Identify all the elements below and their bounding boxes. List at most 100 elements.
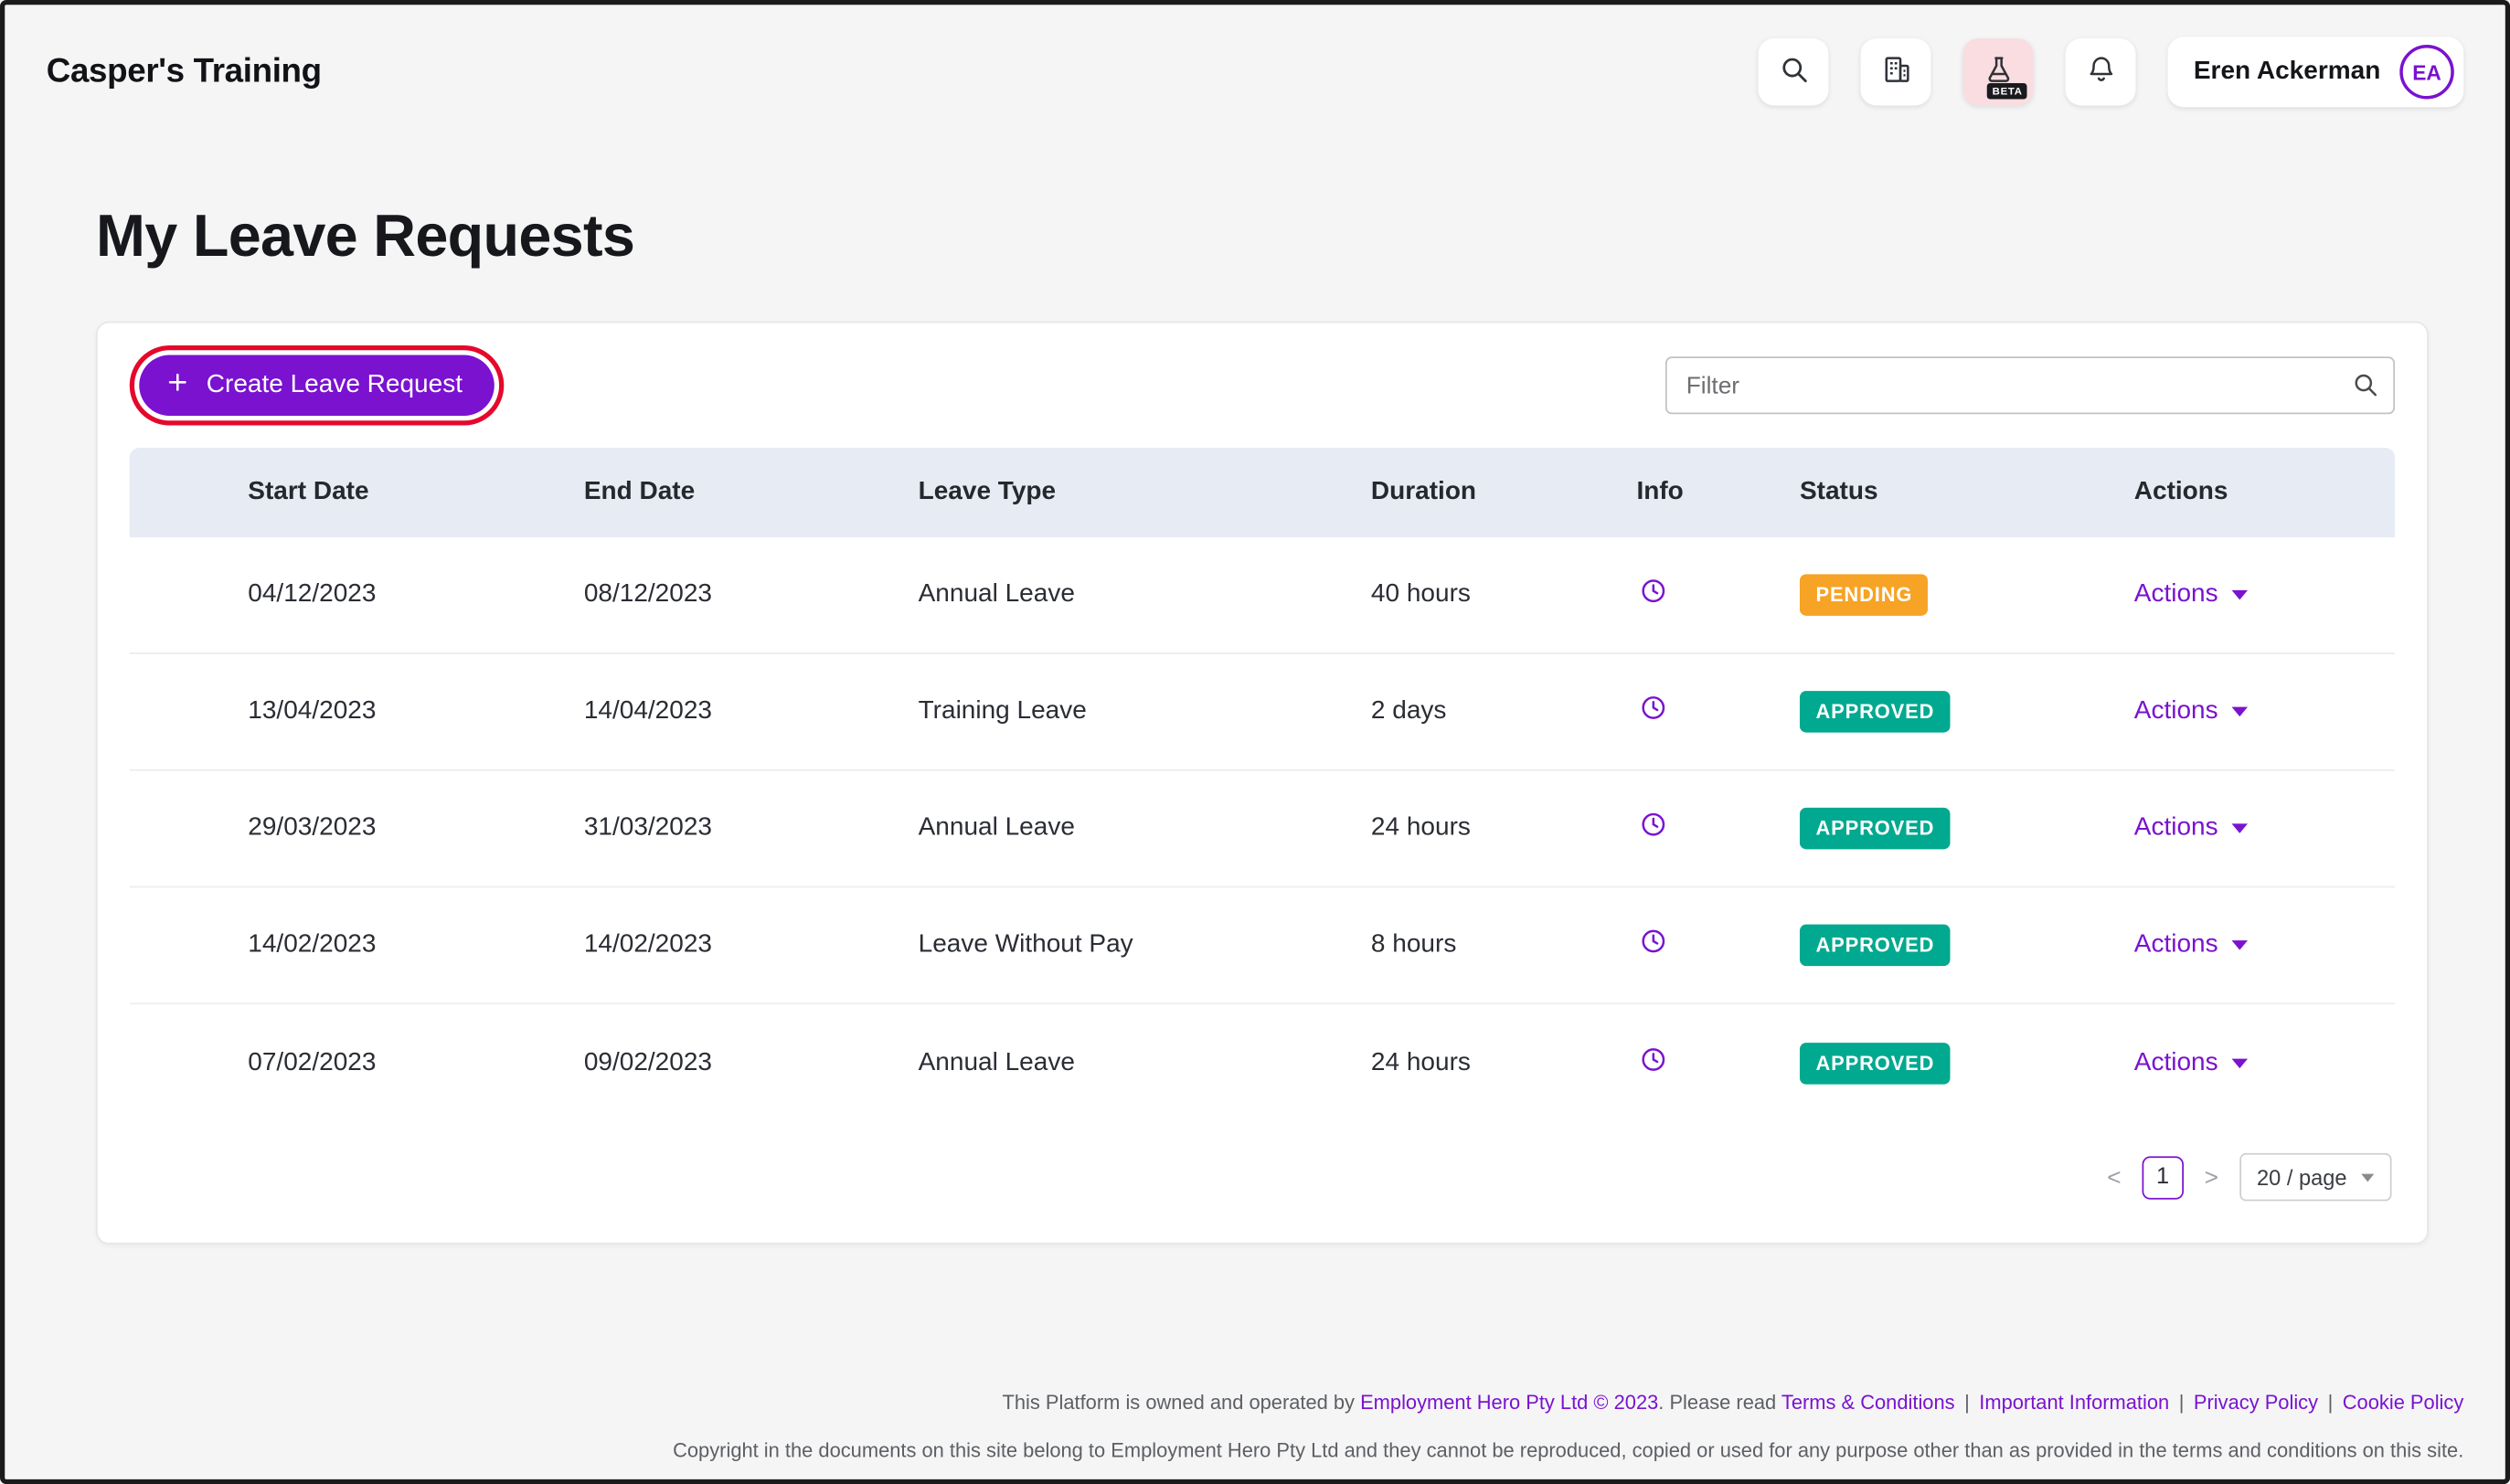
cell-end-date: 09/02/2023	[583, 1048, 712, 1076]
cell-leave-type: Annual Leave	[918, 580, 1075, 609]
filter-input[interactable]	[1664, 356, 2396, 415]
actions-dropdown[interactable]: Actions	[2134, 1048, 2249, 1077]
cell-leave-type: Annual Leave	[918, 1048, 1075, 1076]
bell-icon	[2086, 55, 2116, 90]
privacy-policy-link[interactable]: Privacy Policy	[2194, 1392, 2318, 1415]
cell-end-date: 31/03/2023	[583, 813, 712, 842]
footer-line-1: This Platform is owned and operated by E…	[5, 1379, 2464, 1427]
cell-end-date: 08/12/2023	[583, 580, 712, 609]
cell-end-date: 14/02/2023	[583, 930, 712, 959]
cell-start-date: 07/02/2023	[248, 1048, 377, 1076]
cell-start-date: 29/03/2023	[248, 813, 377, 842]
table-row: 07/02/2023 09/02/2023 Annual Leave 24 ho…	[130, 1004, 2395, 1121]
footer-separator: |	[2178, 1391, 2185, 1415]
table-row: 13/04/2023 14/04/2023 Training Leave 2 d…	[129, 654, 2396, 771]
info-clock-icon[interactable]	[1636, 578, 1666, 605]
user-name: Eren Ackerman	[2193, 58, 2381, 85]
page-size-value: 20 / page	[2256, 1165, 2347, 1190]
status-badge: APPROVED	[1799, 691, 1951, 733]
table-row: 04/12/2023 08/12/2023 Annual Leave 40 ho…	[129, 537, 2396, 654]
actions-dropdown[interactable]: Actions	[2134, 931, 2249, 960]
page-title: My Leave Requests	[96, 203, 635, 270]
current-page-button[interactable]: 1	[2142, 1155, 2184, 1199]
plus-icon	[165, 368, 190, 402]
app-title: Casper's Training	[46, 52, 322, 90]
chevron-down-icon	[2232, 823, 2249, 833]
cell-start-date: 13/04/2023	[248, 697, 377, 725]
footer: This Platform is owned and operated by E…	[5, 1379, 2505, 1475]
card-toolbar: Create Leave Request	[129, 345, 2396, 426]
chevron-down-icon	[2361, 1172, 2375, 1182]
beta-features-button[interactable]: BETA	[1962, 38, 2034, 106]
footer-text: . Please read	[1658, 1391, 1781, 1415]
info-clock-icon[interactable]	[1636, 811, 1666, 838]
create-leave-request-button[interactable]: Create Leave Request	[139, 355, 495, 417]
beta-badge: BETA	[1987, 83, 2027, 100]
leave-requests-card: Create Leave Request Start Date End Date…	[96, 321, 2429, 1245]
create-leave-request-label: Create Leave Request	[206, 371, 463, 398]
actions-label: Actions	[2133, 930, 2218, 959]
next-page-button[interactable]: >	[2205, 1163, 2218, 1191]
footer-text: This Platform is owned and operated by	[1002, 1391, 1361, 1415]
cell-leave-type: Training Leave	[918, 697, 1087, 725]
footer-separator: |	[1964, 1391, 1970, 1415]
status-badge: APPROVED	[1799, 924, 1951, 967]
status-badge: PENDING	[1799, 574, 1929, 616]
employment-hero-link[interactable]: Employment Hero Pty Ltd © 2023	[1360, 1392, 1658, 1415]
column-header-leave-type: Leave Type	[918, 478, 1057, 506]
notifications-button[interactable]	[2065, 38, 2136, 106]
actions-label: Actions	[2133, 1048, 2218, 1076]
screen: Casper's Training BETA Eren Ackerman EA …	[0, 0, 2510, 1484]
footer-line-2: Copyright in the documents on this site …	[673, 1439, 2464, 1462]
column-header-info: Info	[1636, 478, 1684, 506]
info-clock-icon[interactable]	[1636, 694, 1666, 722]
filter-search-icon	[2352, 371, 2379, 407]
cell-leave-type: Annual Leave	[918, 813, 1075, 842]
actions-dropdown[interactable]: Actions	[2134, 580, 2249, 610]
actions-label: Actions	[2133, 580, 2218, 609]
chevron-down-icon	[2232, 940, 2249, 950]
column-header-duration: Duration	[1370, 478, 1477, 506]
chevron-down-icon	[2232, 706, 2249, 717]
actions-dropdown[interactable]: Actions	[2134, 697, 2249, 726]
chevron-down-icon	[2232, 589, 2249, 600]
info-clock-icon[interactable]	[1636, 928, 1666, 955]
filter-input-wrapper	[1664, 356, 2396, 415]
leave-requests-table: Start Date End Date Leave Type Duration …	[129, 448, 2396, 1121]
table-row: 14/02/2023 14/02/2023 Leave Without Pay …	[129, 887, 2396, 1005]
building-icon	[1881, 55, 1911, 90]
cell-leave-type: Leave Without Pay	[918, 930, 1133, 959]
highlight-ring: Create Leave Request	[129, 345, 505, 426]
cookie-policy-link[interactable]: Cookie Policy	[2343, 1392, 2464, 1415]
footer-separator: |	[2327, 1391, 2334, 1415]
cell-duration: 24 hours	[1370, 1048, 1471, 1076]
status-badge: APPROVED	[1799, 807, 1951, 850]
column-header-actions: Actions	[2133, 478, 2228, 506]
info-clock-icon[interactable]	[1636, 1045, 1666, 1073]
avatar: EA	[2399, 45, 2454, 100]
cell-duration: 24 hours	[1370, 813, 1471, 842]
cell-end-date: 14/04/2023	[583, 697, 712, 725]
actions-label: Actions	[2133, 813, 2218, 842]
chevron-down-icon	[2232, 1057, 2249, 1068]
table-header-row: Start Date End Date Leave Type Duration …	[129, 448, 2396, 538]
search-button[interactable]	[1758, 38, 1829, 106]
page-size-select[interactable]: 20 / page	[2239, 1152, 2392, 1202]
organisation-button[interactable]	[1860, 38, 1931, 106]
cell-start-date: 14/02/2023	[248, 930, 377, 959]
cell-duration: 8 hours	[1370, 930, 1457, 959]
column-header-end-date: End Date	[583, 478, 696, 506]
actions-dropdown[interactable]: Actions	[2134, 814, 2249, 843]
search-icon	[1779, 55, 1809, 90]
user-menu[interactable]: Eren Ackerman EA	[2167, 37, 2464, 108]
pagination: < 1 > 20 / page	[130, 1121, 2395, 1243]
terms-conditions-link[interactable]: Terms & Conditions	[1781, 1392, 1955, 1415]
cell-duration: 40 hours	[1370, 580, 1471, 609]
status-badge: APPROVED	[1799, 1042, 1951, 1084]
important-information-link[interactable]: Important Information	[1979, 1392, 2169, 1415]
column-header-status: Status	[1799, 478, 1878, 506]
table-row: 29/03/2023 31/03/2023 Annual Leave 24 ho…	[129, 771, 2396, 888]
prev-page-button[interactable]: <	[2107, 1163, 2121, 1191]
top-bar-actions: BETA Eren Ackerman EA	[1758, 37, 2464, 108]
column-header-start-date: Start Date	[248, 478, 369, 506]
